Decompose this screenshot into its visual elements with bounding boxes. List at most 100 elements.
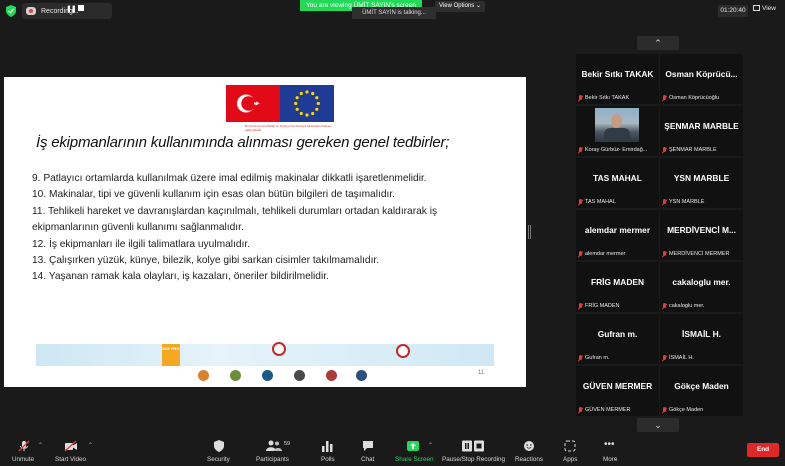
eu-flag-logo (280, 85, 334, 122)
participant-label: YSN MARBLE (669, 199, 705, 205)
slide-bullet-list: 9. Patlayıcı ortamlarda kullanılmak üzer… (32, 171, 502, 286)
participant-tile[interactable]: GÜVEN MERMER GÜVEN MERMER (576, 366, 659, 416)
participant-tile[interactable]: cakaloglu mer. cakaloglu mer. (660, 262, 743, 312)
more-dots-icon: ••• (604, 439, 615, 450)
list-item: 9. Patlayıcı ortamlarda kullanılmak üzer… (32, 173, 427, 184)
share-screen-button[interactable]: Share Screen (393, 436, 434, 466)
shared-screen-slide: Bu Proje Avrupa Birliği ve Türkiye Cumhu… (4, 77, 526, 387)
muted-mic-icon (578, 199, 583, 205)
slide-footer-band (36, 344, 494, 366)
pause-stop-recording-label: Pause/Stop Recording (442, 456, 506, 463)
chat-label: Chat (361, 456, 375, 463)
participant-tile[interactable]: TAS MAHAL TAS MAHAL (576, 158, 659, 208)
unmute-button[interactable]: Unmute (8, 436, 42, 466)
participant-tile[interactable]: Gökçe Maden Gökçe Maden (660, 366, 743, 416)
participant-tile[interactable]: İSMAİL H. İSMAİL H. (660, 314, 743, 364)
partner-logo (262, 370, 273, 381)
video-options-chevron-icon[interactable]: ⌃ (88, 442, 93, 449)
scroll-up-button[interactable]: ⌃ (637, 36, 679, 50)
grid-view-icon (753, 5, 760, 11)
muted-mic-icon (578, 355, 583, 361)
apps-label: Apps (563, 456, 578, 463)
participant-name: FRİG MADEN (590, 277, 645, 287)
polls-label: Polls (321, 456, 335, 463)
list-item: 12. İş ekipmanları ile ilgili talimatlar… (32, 238, 250, 250)
participant-label: Gökçe Maden (669, 407, 704, 413)
participant-tile[interactable]: ŞENMAR MARBLE ŞENMAR MARBLE (660, 106, 743, 156)
shield-check-icon[interactable] (6, 5, 16, 17)
participant-tile[interactable]: Bekir Sıtkı TAKAK Bekir Sıtkı TAKAK (576, 54, 659, 104)
participant-name: GÜVEN MERMER (582, 381, 653, 391)
list-item: 13. Çalışırken yüzük, künye, bilezik, ko… (32, 255, 380, 267)
meeting-toolbar: Unmute ⌃ Start Video ⌃ Security 59 Parti… (0, 436, 785, 466)
talking-indicator: ÜMİT SAYIN is talking... (352, 7, 436, 19)
video-off-icon (64, 440, 77, 452)
participant-body (604, 128, 630, 142)
participants-icon (266, 440, 282, 451)
share-screen-icon (407, 441, 419, 451)
security-button[interactable]: Security (203, 436, 235, 466)
ministry-seal-logo (396, 344, 410, 358)
participant-name: Gufran m. (597, 329, 638, 339)
reactions-button[interactable]: Reactions (514, 436, 544, 466)
polls-button[interactable]: Polls (316, 436, 338, 466)
participant-face (611, 114, 622, 128)
apps-icon (564, 440, 576, 452)
participant-video (595, 108, 639, 142)
share-options-chevron-icon[interactable]: ⌃ (428, 442, 433, 449)
splitter-handle[interactable] (528, 225, 531, 239)
participants-label: Participants (256, 456, 289, 463)
participant-tile[interactable]: Osman Köprücü... Osman Köprücüoğlu (660, 54, 743, 104)
scroll-down-button[interactable]: ⌄ (637, 418, 679, 432)
more-button[interactable]: ••• More (600, 436, 622, 466)
participant-name: Bekir Sıtkı TAKAK (581, 69, 654, 79)
muted-mic-icon (578, 407, 583, 413)
participant-tile[interactable]: alemdar mermer alemdar mermer (576, 210, 659, 260)
view-button[interactable]: View (753, 5, 776, 12)
start-video-button[interactable]: Start Video (54, 436, 90, 466)
pause-stop-recording-button[interactable]: Pause/Stop Recording (442, 436, 506, 466)
participant-name: alemdar mermer (584, 225, 651, 235)
chat-button[interactable]: Chat (357, 436, 379, 466)
participant-name: MERDİVENCİ M... (667, 225, 736, 235)
participants-count: 59 (284, 441, 291, 447)
apps-button[interactable]: Apps (559, 436, 581, 466)
participant-tile[interactable]: MERDİVENCİ M... MERDİVENCİ MERMER (660, 210, 743, 260)
unmute-label: Unmute (12, 456, 35, 463)
stop-recording-icon[interactable] (78, 5, 84, 11)
share-screen-label: Share Screen (395, 456, 434, 463)
meeting-timer: 01:20:40 (718, 5, 748, 17)
partner-logo (230, 370, 241, 381)
participant-label: Koray Gürbüz- Emirdağ... (585, 147, 648, 153)
zoom-meeting-window: Recording... ❚❚ You are viewing ÜMİT SAY… (0, 0, 785, 466)
participant-label: MERDİVENCİ MERMER (669, 251, 730, 257)
partner-logo (294, 370, 305, 381)
ikg-pro-logo: İKG PRO (162, 344, 180, 366)
slide-page-number: 11 (478, 370, 485, 376)
list-item: 11. Tehlikeli hareket ve davranışlardan … (32, 205, 438, 234)
participant-name: İSMAİL H. (682, 329, 721, 339)
participant-tile[interactable]: YSN MARBLE YSN MARBLE (660, 158, 743, 208)
muted-microphone-icon (18, 440, 30, 452)
muted-mic-icon (662, 95, 667, 101)
view-button-label: View (762, 5, 776, 12)
participants-button[interactable]: 59 Participants (254, 436, 294, 466)
muted-mic-icon (662, 199, 667, 205)
participant-label: Osman Köprücüoğlu (669, 95, 720, 101)
view-options-button[interactable]: View Options ⌄ (435, 1, 485, 12)
muted-mic-icon (662, 303, 667, 309)
participant-name: Osman Köprücü... (665, 69, 738, 79)
shield-icon (214, 440, 224, 452)
audio-options-chevron-icon[interactable]: ⌃ (38, 442, 43, 449)
end-meeting-button[interactable]: End (747, 443, 779, 457)
pause-recording-icon[interactable]: ❚❚ (66, 5, 77, 13)
participant-tile[interactable]: Koray Gürbüz- Emirdağ... (576, 106, 659, 156)
more-label: More (603, 456, 618, 463)
participant-tile[interactable]: Gufran m. Gufran m. (576, 314, 659, 364)
participant-label: FRİG MADEN (585, 303, 620, 309)
muted-mic-icon (578, 147, 583, 153)
participant-tile[interactable]: FRİG MADEN FRİG MADEN (576, 262, 659, 312)
turkey-flag-logo (226, 85, 280, 122)
start-video-label: Start Video (55, 456, 87, 463)
participant-label: Bekir Sıtkı TAKAK (585, 95, 630, 101)
